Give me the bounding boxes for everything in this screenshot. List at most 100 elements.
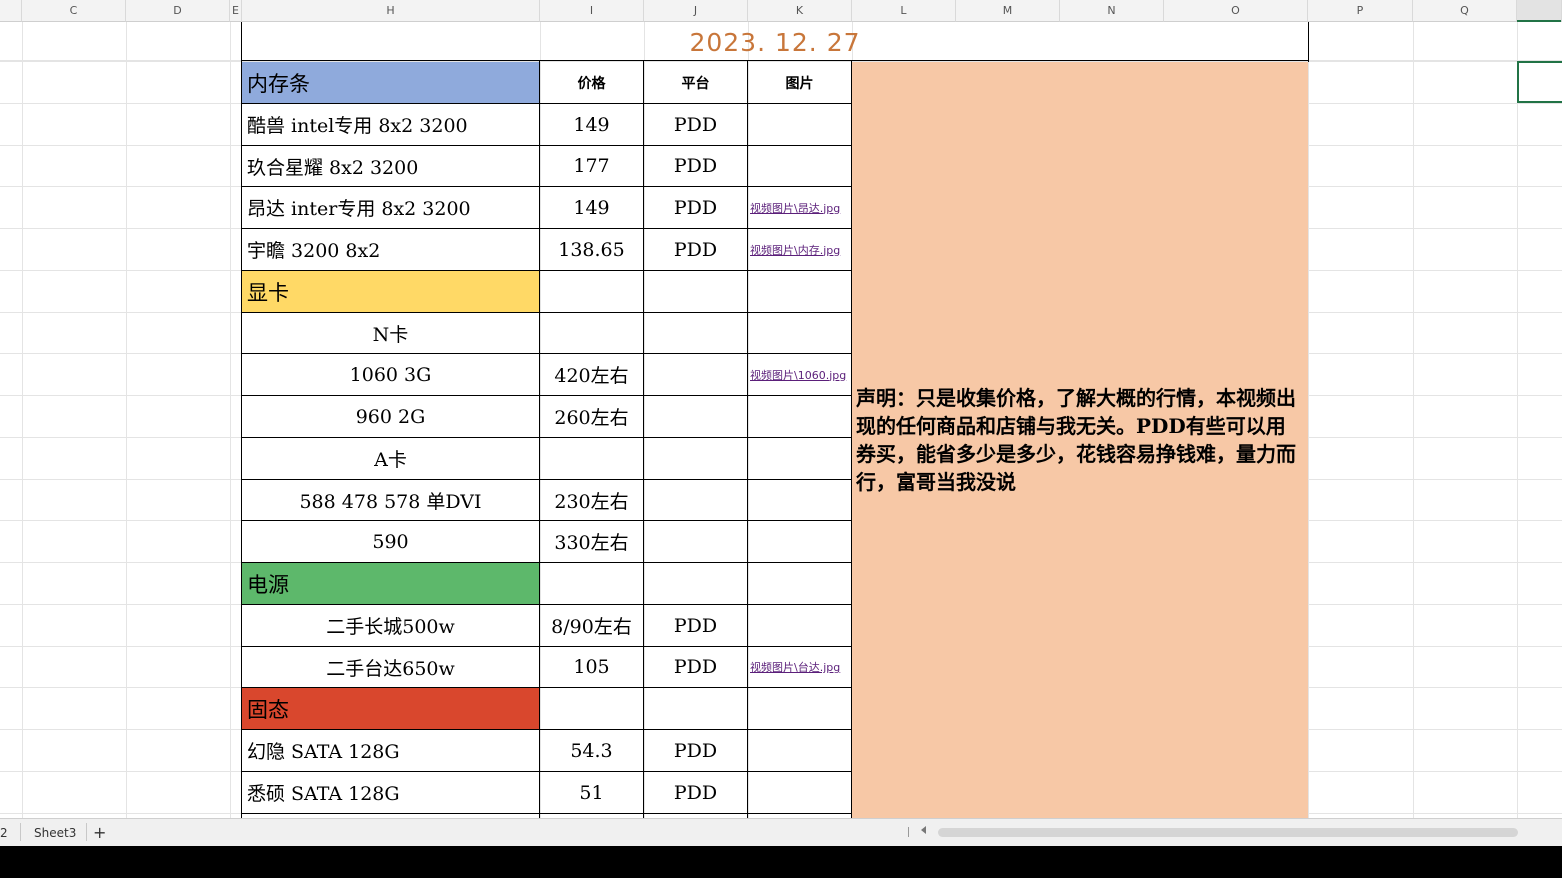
platform-cell[interactable] bbox=[644, 521, 747, 562]
price-cell[interactable]: 177 bbox=[540, 146, 643, 186]
platform-cell[interactable]: PDD bbox=[644, 730, 747, 771]
disclaimer-cell[interactable]: 声明：只是收集价格，了解大概的行情，本视频出现的任何商品和店铺与我无关。PDD有… bbox=[852, 62, 1308, 818]
image-link-cell[interactable] bbox=[748, 480, 851, 520]
product-name-cell[interactable]: 960 2G bbox=[242, 396, 539, 437]
image-link-cell[interactable] bbox=[748, 563, 851, 604]
image-link-cell[interactable] bbox=[748, 146, 851, 186]
price-cell[interactable] bbox=[540, 313, 643, 353]
column-header[interactable]: D bbox=[126, 0, 230, 22]
price-cell[interactable]: 105 bbox=[540, 647, 643, 687]
price-cell[interactable]: 149 bbox=[540, 187, 643, 228]
image-link-cell[interactable]: 视频图片\内存.jpg bbox=[748, 229, 851, 270]
image-link-cell[interactable] bbox=[748, 396, 851, 437]
product-name-cell[interactable]: 酷兽 intel专用 8x2 3200 bbox=[242, 104, 539, 145]
add-sheet-button[interactable]: + bbox=[93, 819, 106, 846]
cell-border bbox=[242, 729, 852, 730]
platform-cell[interactable] bbox=[644, 438, 747, 479]
product-name-cell[interactable]: 588 478 578 单DVI bbox=[242, 480, 539, 520]
image-link-cell[interactable] bbox=[748, 438, 851, 479]
column-header[interactable]: C bbox=[22, 0, 126, 22]
column-header[interactable]: I bbox=[540, 0, 644, 22]
platform-cell[interactable] bbox=[644, 396, 747, 437]
price-cell[interactable]: 54.3 bbox=[540, 730, 643, 771]
date-title[interactable]: 2023. 12. 27 bbox=[242, 23, 1308, 61]
image-link-cell[interactable] bbox=[748, 104, 851, 145]
platform-cell[interactable] bbox=[644, 354, 747, 395]
price-cell[interactable] bbox=[540, 563, 643, 604]
column-header[interactable]: K bbox=[748, 0, 852, 22]
header-price[interactable]: 价格 bbox=[540, 62, 643, 103]
image-link-cell[interactable] bbox=[748, 605, 851, 646]
column-header[interactable]: H bbox=[242, 0, 540, 22]
scroll-left-icon[interactable] bbox=[921, 826, 926, 834]
image-link-cell[interactable] bbox=[748, 772, 851, 813]
image-link-cell[interactable] bbox=[748, 688, 851, 729]
product-name-cell[interactable]: 悉硕 SATA 128G bbox=[242, 772, 539, 813]
platform-cell[interactable]: PDD bbox=[644, 104, 747, 145]
price-cell[interactable]: 8/90左右 bbox=[540, 605, 643, 646]
platform-cell[interactable] bbox=[644, 563, 747, 604]
image-link-cell[interactable]: 视频图片\1060.jpg bbox=[748, 354, 851, 395]
price-cell[interactable] bbox=[540, 271, 643, 312]
platform-cell[interactable] bbox=[644, 271, 747, 312]
image-link-cell[interactable] bbox=[748, 313, 851, 353]
platform-cell[interactable]: PDD bbox=[644, 229, 747, 270]
category-cell[interactable]: 显卡 bbox=[242, 271, 539, 312]
column-header[interactable]: N bbox=[1060, 0, 1164, 22]
column-header[interactable]: L bbox=[852, 0, 956, 22]
product-name-cell[interactable]: 二手长城500w bbox=[242, 605, 539, 646]
product-name-cell[interactable]: 幻隐 SATA 128G bbox=[242, 730, 539, 771]
selected-cell[interactable] bbox=[1517, 61, 1562, 103]
image-link-cell[interactable] bbox=[748, 271, 851, 312]
category-cell[interactable]: 固态 bbox=[242, 688, 539, 729]
price-cell[interactable]: 330左右 bbox=[540, 521, 643, 562]
column-header[interactable]: M bbox=[956, 0, 1060, 22]
cell-border bbox=[242, 646, 852, 647]
sheet-tab-sheet3[interactable]: Sheet3 bbox=[34, 819, 78, 846]
product-name-cell[interactable]: N卡 bbox=[242, 313, 539, 353]
price-cell[interactable]: 230左右 bbox=[540, 480, 643, 520]
product-name-cell[interactable]: 1060 3G bbox=[242, 354, 539, 395]
cell-border bbox=[643, 61, 644, 818]
platform-cell[interactable]: PDD bbox=[644, 187, 747, 228]
product-name-cell[interactable]: A卡 bbox=[242, 438, 539, 479]
platform-cell[interactable]: PDD bbox=[644, 605, 747, 646]
column-header[interactable] bbox=[1517, 0, 1562, 22]
platform-cell[interactable]: PDD bbox=[644, 146, 747, 186]
column-header[interactable]: J bbox=[644, 0, 748, 22]
price-cell[interactable]: 149 bbox=[540, 104, 643, 145]
column-header[interactable]: Q bbox=[1413, 0, 1517, 22]
horizontal-scrollbar[interactable] bbox=[938, 828, 1518, 837]
product-name-cell[interactable]: 二手台达650w bbox=[242, 647, 539, 687]
header-image[interactable]: 图片 bbox=[748, 62, 851, 103]
platform-cell[interactable]: PDD bbox=[644, 772, 747, 813]
product-name-cell[interactable]: 昂达 inter专用 8x2 3200 bbox=[242, 187, 539, 228]
product-name-cell[interactable]: 宇瞻 3200 8x2 bbox=[242, 229, 539, 270]
price-cell[interactable] bbox=[540, 688, 643, 729]
platform-cell[interactable] bbox=[644, 480, 747, 520]
column-header[interactable]: P bbox=[1308, 0, 1413, 22]
product-name-cell[interactable]: 590 bbox=[242, 521, 539, 562]
spreadsheet-grid[interactable]: CDEHIJKLMNOPQ 2023. 12. 27 价格 平台 图片 内存条酷… bbox=[0, 0, 1562, 818]
grid-line bbox=[126, 22, 127, 818]
category-cell[interactable]: 内存条 bbox=[242, 62, 539, 103]
platform-cell[interactable] bbox=[644, 688, 747, 729]
image-link-cell[interactable]: 视频图片\昂达.jpg bbox=[748, 187, 851, 228]
price-cell[interactable]: 51 bbox=[540, 772, 643, 813]
product-name-cell[interactable]: 玖合星耀 8x2 3200 bbox=[242, 146, 539, 186]
price-cell[interactable]: 420左右 bbox=[540, 354, 643, 395]
column-header[interactable] bbox=[0, 0, 22, 22]
header-platform[interactable]: 平台 bbox=[644, 62, 747, 103]
image-link-cell[interactable] bbox=[748, 730, 851, 771]
price-cell[interactable]: 138.65 bbox=[540, 229, 643, 270]
category-cell[interactable]: 电源 bbox=[242, 563, 539, 604]
sheet-tab-prev[interactable]: 2 bbox=[0, 819, 14, 846]
platform-cell[interactable] bbox=[644, 313, 747, 353]
price-cell[interactable]: 260左右 bbox=[540, 396, 643, 437]
image-link-cell[interactable] bbox=[748, 521, 851, 562]
column-header[interactable]: O bbox=[1164, 0, 1308, 22]
image-link-cell[interactable]: 视频图片\台达.jpg bbox=[748, 647, 851, 687]
price-cell[interactable] bbox=[540, 438, 643, 479]
column-header[interactable]: E bbox=[230, 0, 242, 22]
platform-cell[interactable]: PDD bbox=[644, 647, 747, 687]
